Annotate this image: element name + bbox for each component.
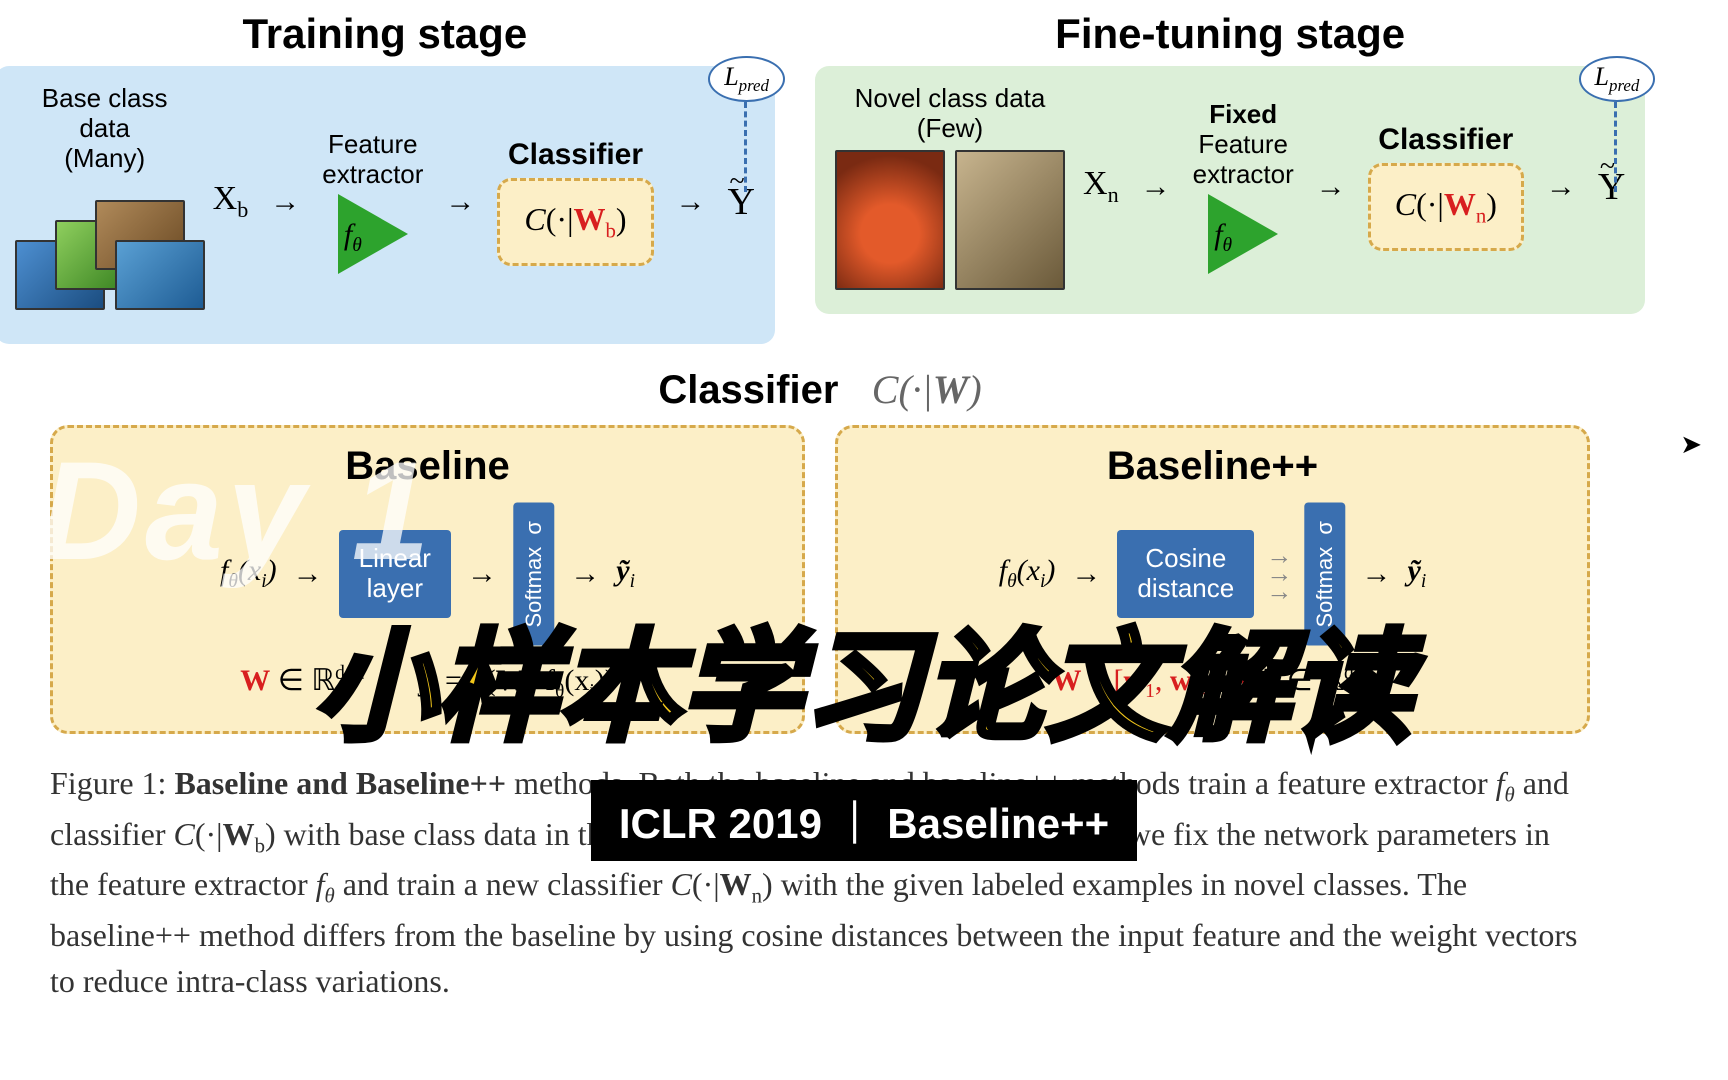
l-pred-connector: [744, 102, 747, 192]
finetune-stage-box: Novel class data (Few) Xn → Fixed Featur…: [815, 66, 1645, 314]
x-n-var: Xn: [1083, 165, 1119, 208]
training-stage-box: Base class data (Many) Xb → Feature: [0, 66, 775, 344]
baselinepp-formula: W = [w1, w2, ...wc] ∈ ℝd×c: [862, 663, 1563, 703]
l-pred-badge: Lpred: [708, 56, 785, 102]
arrow-icon: →: [266, 185, 304, 219]
finetune-stage-title: Fine-tuning stage: [815, 10, 1645, 58]
x-b-var: Xb: [213, 180, 249, 223]
arrow-icon: →: [441, 185, 479, 219]
classifier-caption: Classifier C(·|W): [50, 366, 1590, 413]
training-stage-panel: Training stage Base class data (Many) Xb: [0, 10, 775, 344]
baseline-output: ỹi: [616, 554, 635, 593]
classifier-label: Classifier: [1368, 123, 1524, 157]
linear-layer-block: Linearlayer: [339, 530, 451, 618]
l-pred-badge: Lpred: [1579, 56, 1656, 102]
baseline-formula: W ∈ ℝd×c ỹi = σ(WT fθ(xi)): [77, 663, 778, 703]
arrow-icon: →: [463, 557, 501, 591]
baselinepp-title: Baseline++: [862, 444, 1563, 489]
feature-extractor-icon: fθ: [1208, 194, 1278, 274]
arrow-icon: →: [1137, 170, 1175, 204]
classifier-box: C(·|Wn): [1368, 163, 1524, 251]
feature-extractor-label: Feature extractor: [322, 130, 423, 190]
y-output: ~Y: [728, 180, 755, 224]
softmax-block: Softmax σ: [513, 503, 554, 646]
softmax-block: Softmax σ: [1304, 503, 1345, 646]
arrow-icon: →: [1312, 170, 1350, 204]
novel-class-images: [835, 150, 1065, 290]
baseline-method-box: Baseline fθ(xi) → Linearlayer → Softmax …: [50, 425, 805, 735]
fixed-feature-extractor-label: Fixed Feature extractor: [1193, 100, 1294, 190]
arrow-icon: →: [1542, 170, 1580, 204]
y-output: ~Y: [1598, 165, 1625, 209]
baselinepp-output: ỹi: [1408, 554, 1427, 593]
baseline-input: fθ(xi): [220, 554, 277, 593]
arrow-icon: →: [1067, 557, 1105, 591]
baseline-title: Baseline: [77, 444, 778, 489]
cosine-distance-block: Cosinedistance: [1117, 530, 1254, 618]
feature-extractor-icon: fθ: [338, 194, 408, 274]
arrow-icon: →: [289, 557, 327, 591]
base-class-images: [15, 180, 195, 320]
training-stage-title: Training stage: [0, 10, 775, 58]
arrow-icon: →: [672, 185, 710, 219]
arrow-icon: →: [566, 557, 604, 591]
arrow-icon: →: [1358, 557, 1396, 591]
base-data-label: Base class data (Many): [15, 84, 195, 174]
classifier-label: Classifier: [497, 138, 653, 172]
classifier-box: C(·|Wb): [497, 178, 653, 266]
figure-caption: Figure 1: Baseline and Baseline++ method…: [50, 760, 1590, 1004]
l-pred-connector: [1614, 102, 1617, 192]
baselinepp-method-box: Baseline++ fθ(xi) → Cosinedistance →→→ S…: [835, 425, 1590, 735]
cursor-icon: ➤: [1680, 430, 1702, 460]
baselinepp-input: fθ(xi): [999, 554, 1056, 593]
finetune-stage-panel: Fine-tuning stage Novel class data (Few)…: [815, 10, 1645, 344]
multi-arrow-icon: →→→: [1266, 547, 1292, 602]
novel-data-label: Novel class data (Few): [835, 84, 1065, 144]
